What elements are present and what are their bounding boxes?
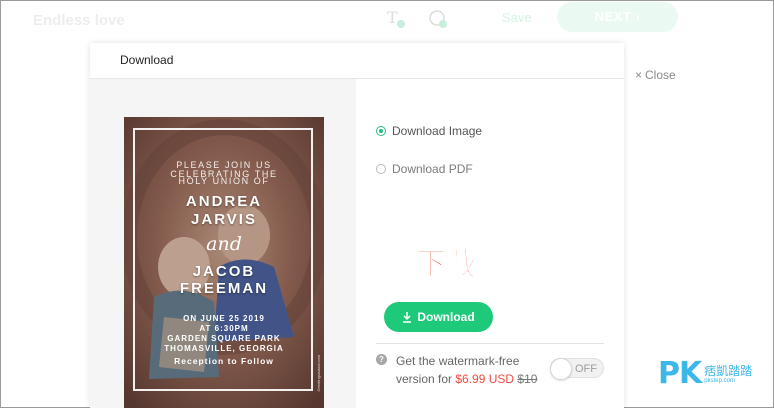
- card-side-mark: Greetingsisland.com: [316, 355, 321, 392]
- watermark-url: pkstep.com: [704, 378, 735, 384]
- toggle-knob[interactable]: [550, 358, 572, 380]
- download-button[interactable]: Download: [384, 302, 493, 332]
- option-label: Download PDF: [392, 162, 473, 176]
- download-image-option[interactable]: Download Image: [376, 124, 482, 138]
- modal-title: Download: [120, 53, 174, 67]
- card-name: JARVIS: [191, 211, 257, 228]
- radio-selected-icon[interactable]: [376, 126, 386, 136]
- add-text-icon[interactable]: T: [387, 8, 407, 30]
- save-button[interactable]: Save: [502, 10, 532, 25]
- card-detail: Reception to Follow: [174, 356, 274, 366]
- download-button-label: Download: [417, 310, 475, 324]
- toggle-label: OFF: [575, 363, 597, 375]
- help-icon[interactable]: ?: [376, 354, 387, 365]
- close-button[interactable]: × Close: [635, 68, 676, 82]
- card-detail: ON JUNE 25 2019: [183, 314, 265, 323]
- project-title: Endless love: [33, 12, 125, 29]
- download-pdf-option[interactable]: Download PDF: [376, 162, 473, 176]
- card-line: HOLY UNION OF: [178, 176, 270, 186]
- watermark-toggle[interactable]: OFF: [550, 358, 604, 380]
- download-icon: [403, 312, 412, 323]
- preview-pane: PLEASE JOIN US CELEBRATING THE HOLY UNIO…: [90, 79, 356, 408]
- svg-text:T: T: [387, 8, 398, 27]
- card-detail: AT 6:30PM: [199, 324, 249, 333]
- invitation-preview: PLEASE JOIN US CELEBRATING THE HOLY UNIO…: [124, 117, 324, 408]
- watermark-offer-text: Get the watermark-free version for $6.99…: [396, 352, 546, 388]
- add-image-icon[interactable]: [427, 8, 449, 30]
- download-modal: Download PLEASE JOIN US CELEBRATING THE …: [90, 43, 624, 408]
- close-label: Close: [645, 68, 676, 82]
- option-label: Download Image: [392, 124, 483, 138]
- annotation-label: 下載: [416, 247, 478, 283]
- watermark-name: 痞凱踏踏: [704, 364, 753, 378]
- card-name: JACOB: [192, 263, 256, 280]
- divider: [376, 343, 604, 344]
- radio-icon[interactable]: [376, 164, 386, 174]
- card-name: ANDREA: [185, 193, 263, 210]
- card-and: and: [206, 233, 242, 255]
- next-button[interactable]: NEXT ›: [557, 2, 678, 32]
- card-name: FREEMAN: [179, 280, 269, 297]
- offer-old-price: $10: [517, 372, 538, 386]
- options-pane: Download Image Download PDF 下載 Download …: [356, 79, 624, 408]
- watermark-logo: PK: [658, 356, 702, 391]
- site-watermark: PK 痞凱踏踏 pkstep.com: [658, 359, 752, 389]
- card-detail: GARDEN SQUARE PARK: [167, 334, 281, 343]
- close-icon: ×: [635, 68, 643, 82]
- modal-header: Download: [90, 43, 624, 79]
- card-line: PLEASE JOIN US: [176, 160, 272, 170]
- offer-price: $6.99 USD: [455, 372, 515, 386]
- offer-line: version for: [396, 372, 453, 386]
- offer-line: Get the watermark-free: [396, 354, 520, 368]
- card-detail: THOMASVILLE, GEORGIA: [164, 344, 284, 353]
- watermark-offer: ? Get the watermark-free version for $6.…: [376, 352, 606, 388]
